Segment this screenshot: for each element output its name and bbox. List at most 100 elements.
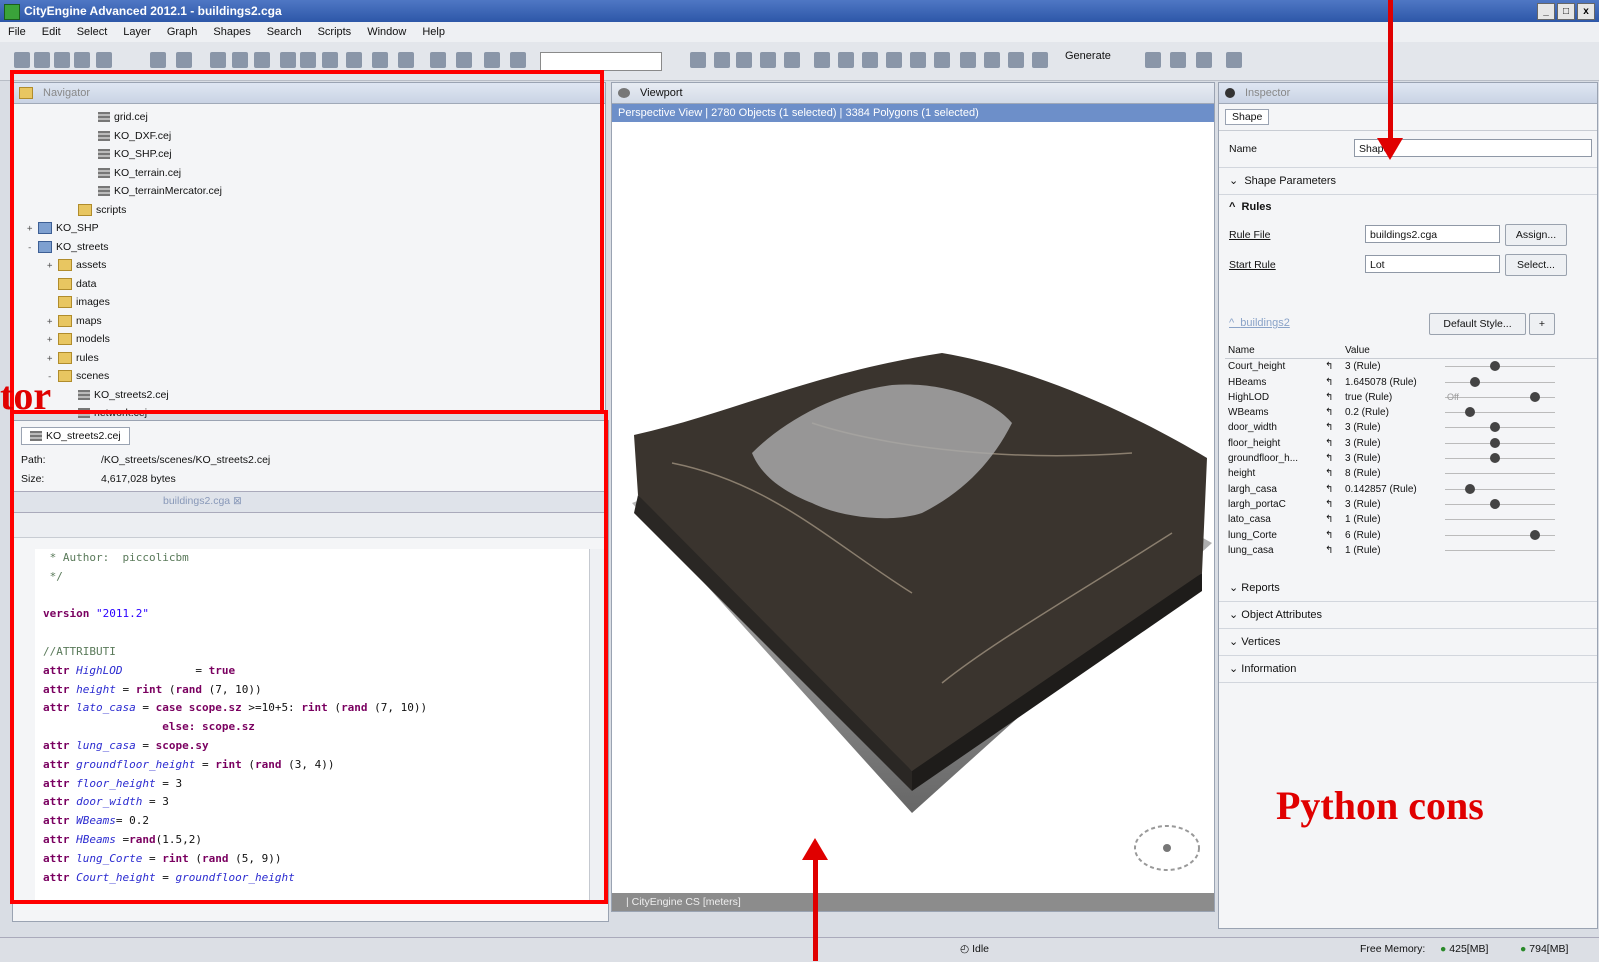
toolbar-tool-icon[interactable]	[346, 52, 362, 68]
parameter-value[interactable]: 6 (Rule)	[1345, 528, 1445, 543]
select-button[interactable]: Select...	[1505, 254, 1567, 276]
toolbar-tool-icon[interactable]	[886, 52, 902, 68]
toolbar-tool-icon[interactable]	[690, 52, 706, 68]
reset-to-rule-icon[interactable]: ↰	[1325, 436, 1345, 451]
parameter-value[interactable]: 3 (Rule)	[1345, 420, 1445, 435]
buildings2-group[interactable]: ^ buildings2	[1229, 317, 1290, 329]
toolbar-tool-icon[interactable]	[14, 52, 30, 68]
toolbar-tool-icon[interactable]	[910, 52, 926, 68]
start-rule-link[interactable]: Start Rule	[1229, 259, 1276, 271]
toolbar-tool-icon[interactable]	[280, 52, 296, 68]
parameter-row[interactable]: largh_casa ↰ 0.142857 (Rule)	[1225, 482, 1597, 497]
toolbar-tool-icon[interactable]	[176, 52, 192, 68]
toolbar-tool-icon[interactable]	[1170, 52, 1186, 68]
maximize-button[interactable]: □	[1557, 3, 1575, 20]
reset-to-rule-icon[interactable]: ↰	[1325, 390, 1345, 405]
toolbar-tool-icon[interactable]	[210, 52, 226, 68]
slider-knob[interactable]	[1530, 529, 1540, 540]
parameter-row[interactable]: groundfloor_h... ↰ 3 (Rule)	[1225, 451, 1597, 466]
slider-knob[interactable]	[1465, 483, 1475, 494]
parameter-value[interactable]: 8 (Rule)	[1345, 466, 1445, 481]
toolbar-tool-icon[interactable]	[714, 52, 730, 68]
parameter-value[interactable]: 1.645078 (Rule)	[1345, 375, 1445, 390]
parameter-value[interactable]: 3 (Rule)	[1345, 451, 1445, 466]
reset-to-rule-icon[interactable]: ↰	[1325, 543, 1345, 558]
add-style-button[interactable]: +	[1529, 313, 1555, 335]
parameter-value[interactable]: 3 (Rule)	[1345, 436, 1445, 451]
reset-to-rule-icon[interactable]: ↰	[1325, 420, 1345, 435]
toolbar-tool-icon[interactable]	[430, 52, 446, 68]
parameter-row[interactable]: height ↰ 8 (Rule)	[1225, 466, 1597, 481]
rule-file-link[interactable]: Rule File	[1229, 229, 1270, 241]
rules-section[interactable]: ^ Rules	[1229, 201, 1272, 213]
slider-knob[interactable]	[1470, 376, 1480, 387]
toolbar-tool-icon[interactable]	[322, 52, 338, 68]
slider-knob[interactable]	[1490, 437, 1500, 448]
parameter-value[interactable]: 1 (Rule)	[1345, 512, 1445, 527]
toolbar-tool-icon[interactable]	[96, 52, 112, 68]
parameter-slider[interactable]	[1445, 528, 1555, 543]
parameter-slider[interactable]	[1445, 359, 1555, 374]
parameter-slider[interactable]	[1445, 436, 1555, 451]
reset-to-rule-icon[interactable]: ↰	[1325, 375, 1345, 390]
toolbar-tool-icon[interactable]	[398, 52, 414, 68]
parameter-row[interactable]: largh_portaC ↰ 3 (Rule)	[1225, 497, 1597, 512]
parameter-row[interactable]: WBeams ↰ 0.2 (Rule)	[1225, 405, 1597, 420]
menu-file[interactable]: File	[0, 26, 34, 38]
slider-knob[interactable]	[1465, 407, 1475, 418]
parameter-value[interactable]: 3 (Rule)	[1345, 497, 1445, 512]
section-information[interactable]: ⌄ Information	[1219, 656, 1597, 683]
parameter-slider[interactable]	[1445, 543, 1555, 558]
toolbar-tool-icon[interactable]	[1196, 52, 1212, 68]
terrain-3d-view[interactable]	[612, 123, 1214, 893]
menu-edit[interactable]: Edit	[34, 26, 69, 38]
toolbar-tool-icon[interactable]	[34, 52, 50, 68]
slider-knob[interactable]	[1490, 422, 1500, 433]
toolbar-tool-icon[interactable]	[74, 52, 90, 68]
menu-shapes[interactable]: Shapes	[205, 26, 258, 38]
section-vertices[interactable]: ⌄ Vertices	[1219, 629, 1597, 656]
parameter-slider[interactable]	[1445, 420, 1555, 435]
menu-window[interactable]: Window	[359, 26, 414, 38]
parameter-row[interactable]: door_width ↰ 3 (Rule)	[1225, 420, 1597, 435]
start-rule-field[interactable]: Lot	[1365, 255, 1500, 273]
parameter-row[interactable]: lung_Corte ↰ 6 (Rule)	[1225, 528, 1597, 543]
toolbar-tool-icon[interactable]	[862, 52, 878, 68]
toolbar-tool-icon[interactable]	[372, 52, 388, 68]
toolbar-tool-icon[interactable]	[1032, 52, 1048, 68]
toolbar-tool-icon[interactable]	[254, 52, 270, 68]
parameter-slider[interactable]	[1445, 512, 1555, 527]
compass-icon[interactable]	[1134, 825, 1200, 871]
parameter-slider[interactable]	[1445, 482, 1555, 497]
generate-button[interactable]: Generate	[1065, 50, 1111, 62]
viewport-tab[interactable]: Viewport	[640, 87, 683, 99]
reset-to-rule-icon[interactable]: ↰	[1325, 359, 1345, 374]
parameter-slider[interactable]	[1445, 405, 1555, 420]
toolbar-tool-icon[interactable]	[960, 52, 976, 68]
menu-search[interactable]: Search	[259, 26, 310, 38]
toolbar-tool-icon[interactable]	[1008, 52, 1024, 68]
parameter-value[interactable]: 1 (Rule)	[1345, 543, 1445, 558]
menu-graph[interactable]: Graph	[159, 26, 206, 38]
parameter-row[interactable]: lung_casa ↰ 1 (Rule)	[1225, 543, 1597, 558]
menu-select[interactable]: Select	[69, 26, 116, 38]
shape-parameters-section[interactable]: ⌄ Shape Parameters	[1219, 168, 1597, 195]
reset-to-rule-icon[interactable]: ↰	[1325, 497, 1345, 512]
slider-knob[interactable]	[1530, 391, 1540, 402]
close-button[interactable]: x	[1577, 3, 1595, 20]
toolbar-tool-icon[interactable]	[484, 52, 500, 68]
inspector-tab[interactable]: Inspector	[1245, 87, 1290, 99]
reset-to-rule-icon[interactable]: ↰	[1325, 451, 1345, 466]
toolbar-tool-icon[interactable]	[1226, 52, 1242, 68]
reset-to-rule-icon[interactable]: ↰	[1325, 528, 1345, 543]
parameter-slider[interactable]	[1445, 451, 1555, 466]
reset-to-rule-icon[interactable]: ↰	[1325, 405, 1345, 420]
parameter-row[interactable]: Court_height ↰ 3 (Rule)	[1225, 359, 1597, 374]
menu-layer[interactable]: Layer	[115, 26, 159, 38]
parameter-slider[interactable]	[1445, 375, 1555, 390]
toolbar-tool-icon[interactable]	[456, 52, 472, 68]
rule-file-field[interactable]: buildings2.cga	[1365, 225, 1500, 243]
parameter-row[interactable]: floor_height ↰ 3 (Rule)	[1225, 436, 1597, 451]
toolbar-tool-icon[interactable]	[150, 52, 166, 68]
toolbar-tool-icon[interactable]	[736, 52, 752, 68]
